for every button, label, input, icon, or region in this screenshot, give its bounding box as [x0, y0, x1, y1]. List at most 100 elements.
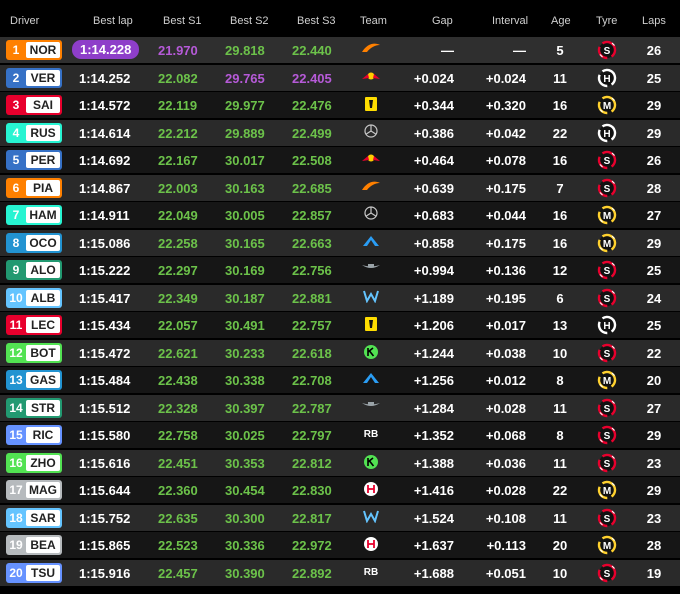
best-lap: 1:15.086 [79, 235, 131, 251]
table-row[interactable]: 9 ALO 1:15.222 22.297 30.169 22.756 +0.994 +0.1… [0, 257, 680, 283]
best-s3: 22.405 [292, 70, 332, 86]
interval: +0.017 [485, 318, 526, 333]
position: 4 [12, 125, 20, 140]
position: 11 [9, 318, 23, 332]
best-lap: 1:15.222 [79, 263, 131, 278]
interval: +0.012 [485, 373, 526, 388]
position: 13 [9, 373, 23, 387]
best-s2: 29.765 [225, 70, 265, 86]
tyre-compound-icon: S [597, 398, 617, 418]
tyre-age: 10 [552, 345, 568, 361]
table-row[interactable]: 16 ZHO 1:15.616 22.451 30.353 22.812 +1.388 +0.… [0, 449, 680, 476]
best-s3: 22.830 [292, 483, 332, 498]
tyre-age: 16 [552, 235, 568, 251]
best-lap: 1:15.472 [79, 345, 131, 361]
laps: 29 [646, 98, 662, 113]
mclaren-icon [360, 41, 382, 59]
best-lap: 1:15.865 [79, 538, 131, 553]
mclaren-icon [360, 179, 382, 197]
table-row[interactable]: 3 SAI 1:14.572 22.119 29.977 22.476 +0.344 +0.3… [0, 92, 680, 118]
table-row[interactable]: 14 STR 1:15.512 22.328 30.397 22.787 +1.284 +0.… [0, 394, 680, 421]
red-bull-icon [360, 151, 382, 169]
best-s3: 22.857 [292, 208, 332, 223]
svg-text:H: H [603, 129, 610, 140]
tyre-age: 22 [552, 125, 568, 141]
driver-badge: 4 RUS [6, 122, 62, 143]
laps: 26 [646, 43, 662, 58]
best-lap: 1:14.867 [79, 180, 131, 196]
laps: 27 [646, 208, 662, 223]
table-row[interactable]: 19 BEA 1:15.865 22.523 30.336 22.972 +1.637 +0.… [0, 532, 680, 558]
table-row[interactable]: 15 RIC 1:15.580 22.758 30.025 22.797 RB +1.352 +… [0, 422, 680, 448]
driver-code: BOT [26, 344, 60, 361]
table-row[interactable]: 10 ALB 1:15.417 22.349 30.187 22.881 +1.189 +0.… [0, 284, 680, 311]
best-s1: 22.457 [158, 565, 198, 581]
svg-text:S: S [604, 431, 611, 442]
best-lap: 1:15.644 [79, 483, 131, 498]
interval: +0.113 [486, 538, 526, 553]
best-s1: 22.212 [158, 125, 198, 141]
table-row[interactable]: 2 VER 1:14.252 22.082 29.765 22.405 +0.024 +0.0… [0, 64, 680, 91]
best-s1: 22.621 [158, 345, 198, 361]
table-row[interactable]: 7 HAM 1:14.911 22.049 30.005 22.857 +0.683 +0.0… [0, 202, 680, 228]
driver-code: RIC [26, 427, 60, 443]
table-row[interactable]: 5 PER 1:14.692 22.167 30.017 22.508 +0.464 +0.0… [0, 147, 680, 173]
table-row[interactable]: 11 LEC 1:15.434 22.057 30.491 22.757 +1.206 +0.… [0, 312, 680, 338]
position: 15 [9, 428, 23, 442]
table-row[interactable]: 12 BOT 1:15.472 22.621 30.233 22.618 +1.244 +0.… [0, 339, 680, 366]
svg-text:S: S [604, 266, 611, 277]
tyre-age: 10 [552, 565, 568, 581]
table-row[interactable]: 4 RUS 1:14.614 22.212 29.889 22.499 +0.386 +0.0… [0, 119, 680, 146]
best-lap: 1:15.417 [79, 290, 131, 306]
best-s3: 22.797 [292, 428, 332, 443]
best-s2: 30.491 [225, 318, 265, 333]
best-s2: 30.454 [225, 483, 265, 498]
kick-sauber-icon [360, 344, 382, 362]
table-row[interactable]: 8 OCO 1:15.086 22.258 30.165 22.663 +0.858 +0.1… [0, 229, 680, 256]
table-row[interactable]: 6 PIA 1:14.867 22.003 30.163 22.685 +0.639 +0.1… [0, 174, 680, 201]
table-row[interactable]: 13 GAS 1:15.484 22.438 30.338 22.708 +1.256 +0.… [0, 367, 680, 393]
williams-icon [360, 509, 382, 527]
best-s2: 30.187 [225, 290, 265, 306]
driver-badge: 9 ALO [6, 260, 62, 280]
williams-icon [360, 289, 382, 307]
svg-text:S: S [604, 404, 611, 415]
tyre-age: 22 [552, 483, 568, 498]
table-row[interactable]: 18 SAR 1:15.752 22.635 30.300 22.817 +1.524 +0.… [0, 504, 680, 531]
laps: 28 [646, 180, 662, 196]
best-s1: 22.119 [158, 98, 198, 113]
tyre-compound-icon: M [597, 205, 617, 225]
table-row[interactable]: 17 MAG 1:15.644 22.360 30.454 22.830 +1.416 +0.… [0, 477, 680, 503]
interval: +0.028 [485, 483, 526, 498]
best-s1: 22.258 [158, 235, 198, 251]
svg-text:M: M [603, 541, 611, 552]
tyre-compound-icon: M [597, 233, 617, 253]
table-row[interactable]: 1 NOR 1:14.228 21.970 29.818 22.440 — — 5 S 26 [0, 37, 680, 63]
gap: +0.683 [413, 208, 454, 223]
svg-text:RB: RB [364, 567, 378, 578]
tyre-compound-icon: S [597, 425, 617, 445]
best-s3: 22.508 [292, 153, 332, 168]
gap: +1.416 [413, 483, 454, 498]
interval: +0.042 [485, 125, 526, 141]
best-s1: 22.349 [158, 290, 198, 306]
driver-badge: 5 PER [6, 150, 62, 170]
tyre-compound-icon: S [597, 563, 617, 583]
svg-text:M: M [603, 101, 611, 112]
best-s2: 30.233 [225, 345, 265, 361]
kick-sauber-icon [360, 454, 382, 472]
position: 8 [12, 235, 20, 250]
table-row[interactable]: 20 TSU 1:15.916 22.457 30.390 22.892 RB +1.688 +… [0, 559, 680, 586]
tyre-age: 16 [552, 208, 568, 223]
driver-badge: 10 ALB [6, 287, 62, 308]
driver-badge: 18 SAR [6, 507, 62, 528]
interval: +0.068 [485, 428, 526, 443]
svg-text:M: M [603, 211, 611, 222]
best-lap: 1:15.916 [79, 565, 131, 581]
best-s2: 30.336 [225, 538, 265, 553]
best-s2: 29.889 [225, 125, 265, 141]
driver-badge: 6 PIA [6, 177, 62, 198]
svg-text:S: S [604, 459, 611, 470]
gap: +1.284 [413, 400, 454, 416]
header-team: Team [360, 15, 387, 27]
